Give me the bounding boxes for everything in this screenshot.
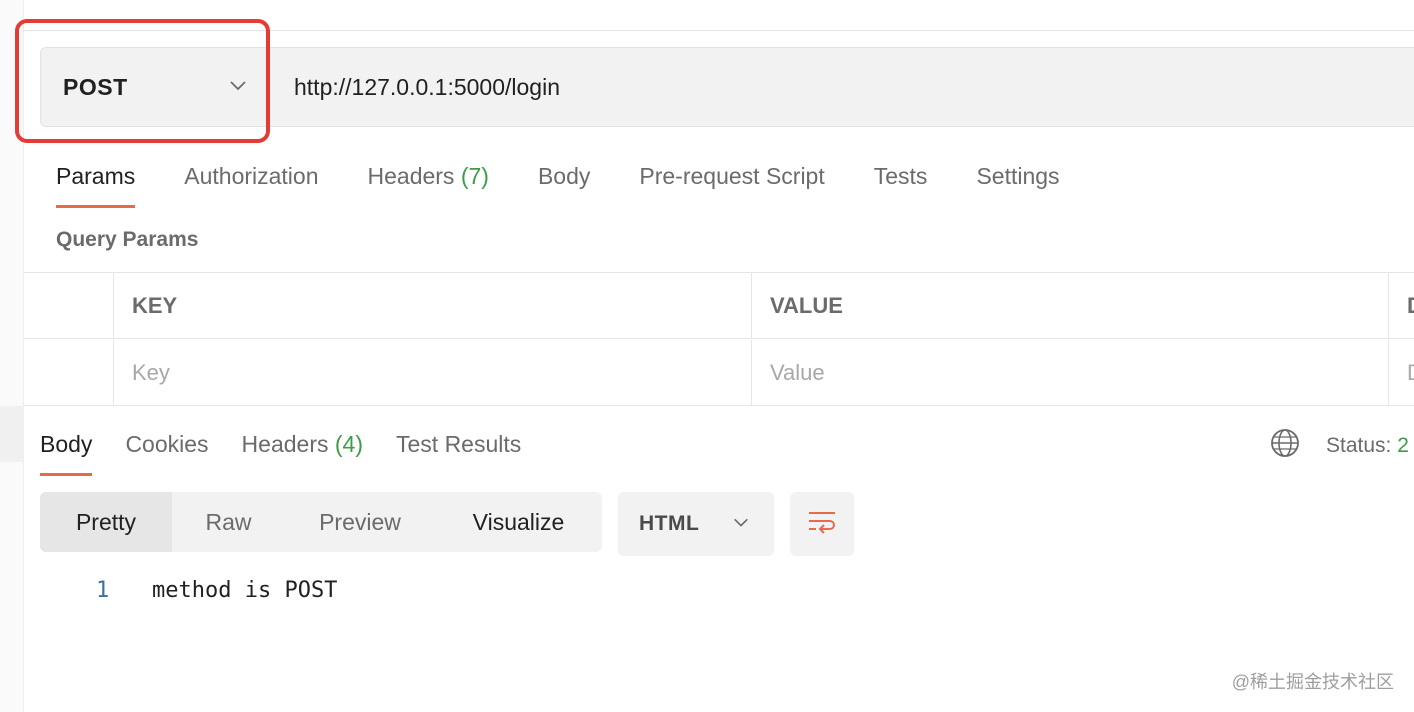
- request-tabs: Params Authorization Headers (7) Body Pr…: [56, 154, 1109, 208]
- view-pretty-button[interactable]: Pretty: [40, 492, 172, 552]
- view-mode-group: Pretty Raw Preview Visualize: [40, 492, 602, 552]
- status-label: Status:: [1326, 434, 1392, 457]
- tab-tests[interactable]: Tests: [874, 154, 928, 208]
- tab-label: Settings: [976, 163, 1060, 189]
- tab-label: Params: [56, 163, 136, 189]
- tab-params[interactable]: Params: [56, 154, 136, 208]
- tab-label: Pre-request Script: [639, 163, 825, 189]
- response-tab-cookies[interactable]: Cookies: [125, 420, 208, 476]
- chevron-down-icon: [228, 75, 248, 100]
- column-header-description: D: [1388, 273, 1414, 339]
- format-label: HTML: [639, 512, 700, 535]
- tab-headers[interactable]: Headers (7): [368, 154, 489, 208]
- tab-pre-request-script[interactable]: Pre-request Script: [639, 154, 824, 208]
- param-key-input[interactable]: Key: [113, 340, 751, 406]
- line-text: method is POST: [152, 578, 338, 603]
- postman-window: POST http://127.0.0.1:5000/login Params …: [0, 0, 1414, 712]
- view-visualize-button[interactable]: Visualize: [435, 492, 602, 552]
- response-tab-body[interactable]: Body: [40, 420, 93, 476]
- response-body-line: 1 method is POST: [96, 578, 337, 603]
- method-select[interactable]: POST: [41, 48, 267, 126]
- tab-authorization[interactable]: Authorization: [184, 154, 318, 208]
- tab-label: Authorization: [184, 163, 319, 189]
- tab-count-badge: (4): [334, 431, 363, 457]
- line-number: 1: [96, 578, 110, 603]
- globe-icon[interactable]: [1270, 428, 1300, 464]
- sidebar-shade: [0, 406, 24, 462]
- response-tabs: Body Cookies Headers (4) Test Results: [40, 420, 554, 476]
- tab-label: Cookies: [125, 431, 209, 457]
- param-description-input[interactable]: D: [1388, 340, 1414, 406]
- top-divider: [24, 30, 1414, 31]
- table-header-row: KEY VALUE D: [24, 273, 1414, 339]
- tab-label: Headers: [241, 431, 329, 457]
- tab-settings[interactable]: Settings: [976, 154, 1059, 208]
- tab-label: Test Results: [396, 431, 522, 457]
- wrap-lines-button[interactable]: [790, 492, 854, 556]
- left-sidebar-strip: [0, 0, 24, 712]
- tab-label: Body: [40, 431, 93, 457]
- chevron-down-icon: [732, 513, 750, 536]
- params-table: KEY VALUE D Key Value D: [24, 272, 1414, 406]
- response-tab-headers[interactable]: Headers (4): [242, 420, 363, 476]
- url-input[interactable]: http://127.0.0.1:5000/login: [294, 48, 560, 126]
- watermark: @稀土掘金技术社区: [1231, 672, 1394, 692]
- param-value-input[interactable]: Value: [751, 340, 1388, 406]
- status-badge: 2: [1397, 434, 1409, 457]
- tab-label: Tests: [873, 163, 928, 189]
- url-bar: POST http://127.0.0.1:5000/login: [40, 47, 1414, 127]
- tab-label: Headers: [367, 163, 455, 189]
- tab-label: Body: [537, 163, 591, 189]
- tab-count-badge: (7): [460, 163, 489, 189]
- method-label: POST: [63, 73, 128, 100]
- wrap-lines-icon: [806, 508, 838, 541]
- format-select[interactable]: HTML: [618, 492, 774, 556]
- query-params-title: Query Params: [56, 228, 199, 251]
- response-tab-test-results[interactable]: Test Results: [396, 420, 521, 476]
- column-header-value: VALUE: [751, 273, 1388, 339]
- response-status: Status: 2: [1270, 428, 1409, 464]
- table-row: Key Value D: [24, 340, 1414, 406]
- status-text: Status: 2: [1326, 434, 1409, 458]
- view-raw-button[interactable]: Raw: [172, 492, 285, 552]
- view-preview-button[interactable]: Preview: [285, 492, 435, 552]
- tab-body[interactable]: Body: [538, 154, 590, 208]
- column-header-key: KEY: [113, 273, 751, 339]
